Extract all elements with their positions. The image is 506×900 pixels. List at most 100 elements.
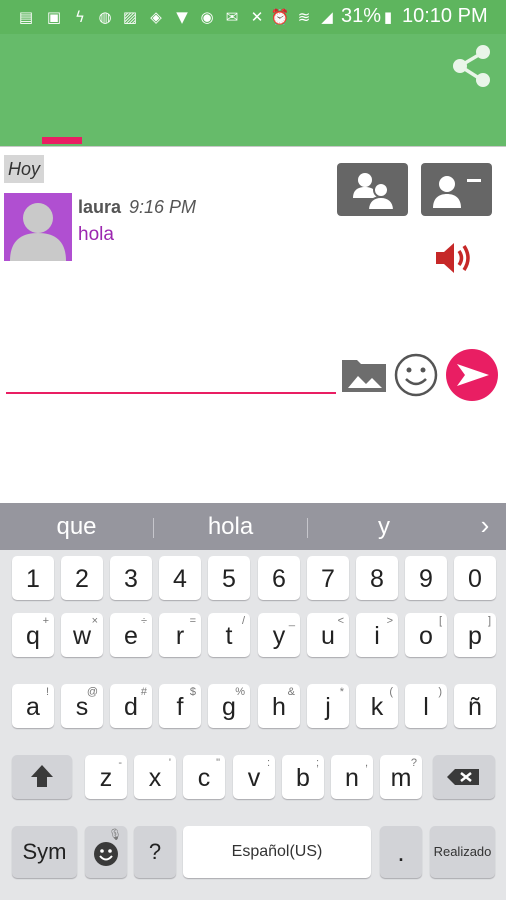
smiley-icon [394,353,438,397]
mail-icon: ✉ [225,8,239,26]
key-m[interactable]: m? [380,755,422,799]
key-z[interactable]: z- [85,755,127,799]
key-hint: ! [45,686,49,698]
group-button[interactable] [337,163,408,216]
message-icon: ▤ [18,8,34,26]
contact-button[interactable] [421,163,492,216]
shift-icon [31,765,53,787]
key-h[interactable]: h & [258,684,300,728]
key-hint: % [235,686,245,698]
key-g[interactable]: g% [208,684,250,728]
key-8[interactable]: 8 [356,556,398,600]
key-hint: , [364,757,368,769]
key-k[interactable]: k( [356,684,398,728]
person-icon [10,203,66,261]
key-hint: × [91,615,98,627]
folder-image-icon [342,360,386,392]
key-7[interactable]: 7 [307,556,349,600]
key-6[interactable]: 6 [258,556,300,600]
key-q[interactable]: q + [12,613,54,657]
battery-icon: ▮ [383,8,393,26]
backspace-key[interactable] [433,755,495,799]
send-icon [446,349,498,401]
key-label: ñ [468,693,482,721]
suggestion-1[interactable]: que [0,503,153,550]
speaker-button[interactable] [434,240,472,276]
key-j[interactable]: j * [307,684,349,728]
avatar[interactable] [4,193,72,261]
share-icon [453,45,490,87]
message-time: 9:16 PM [129,197,197,217]
battery-percent: 31% [341,5,382,27]
key-hint: > [386,615,393,627]
key-hint: < [337,615,344,627]
attach-image-button[interactable] [340,354,388,394]
mute-icon: ✕ [250,8,264,26]
key-hint: _ [288,615,295,627]
suggestion-3[interactable]: y [308,503,460,550]
key-hint: = [189,615,196,627]
date-label: Hoy [4,155,44,183]
key-2[interactable]: 2 [61,556,103,600]
key-4[interactable]: 4 [159,556,201,600]
key-hint: ) [438,686,442,698]
key-hint: @ [86,686,98,698]
key-e[interactable]: e ÷ [110,613,152,657]
contact-card-icon [432,175,481,208]
share-button[interactable] [446,40,498,92]
message-input[interactable] [6,354,340,392]
key-l[interactable]: l) [405,684,447,728]
gallery-icon: ◉ [200,8,214,26]
key-hint: : [266,757,270,769]
key-d[interactable]: d # [110,684,152,728]
suggestion-bar: que hola y › [0,503,506,550]
key-5[interactable]: 5 [208,556,250,600]
sim-icon: ▣ [46,8,62,26]
key-1[interactable]: 1 [12,556,54,600]
key-t[interactable]: t / [208,613,250,657]
key-label: 7 [321,565,335,593]
question-key[interactable]: ? [134,826,176,878]
key-hint: - [118,757,122,769]
emoji-key[interactable]: 🎙 [85,826,127,878]
key-x[interactable]: x ' [134,755,176,799]
key-r[interactable]: r = [159,613,201,657]
key-hint: ÷ [140,615,147,627]
key-hint: + [42,615,49,627]
key-ñ[interactable]: ñ [454,684,496,728]
key-hint: $ [189,686,196,698]
key-hint: ( [389,686,393,698]
emoji-button[interactable] [393,352,439,398]
send-button[interactable] [445,348,499,402]
key-c[interactable]: c " [183,755,225,799]
key-o[interactable]: o[ [405,613,447,657]
key-v[interactable]: v: [233,755,275,799]
key-u[interactable]: u < [307,613,349,657]
suggestion-2[interactable]: hola [154,503,307,550]
sym-key[interactable]: Sym [12,826,77,878]
divider [0,146,506,147]
key-f[interactable]: f $ [159,684,201,728]
key-3[interactable]: 3 [110,556,152,600]
key-p[interactable]: p] [454,613,496,657]
key-hint: [ [438,615,442,627]
key-i[interactable]: i > [356,613,398,657]
shift-key[interactable] [12,755,72,799]
keyboard: 1 2 3 4 5 6 7 8 9 0 q + w × e ÷ r = t / y _ u < i > o[p] a! s @ d # f $… [0,550,506,900]
key-b[interactable]: b; [282,755,324,799]
backspace-icon [447,769,479,785]
space-key[interactable]: Español(US) [183,826,371,878]
key-y[interactable]: y _ [258,613,300,657]
key-w[interactable]: w × [61,613,103,657]
key-a[interactable]: a! [12,684,54,728]
key-s[interactable]: s @ [61,684,103,728]
key-0[interactable]: 0 [454,556,496,600]
lock-icon: ▼ [176,8,188,26]
key-9[interactable]: 9 [405,556,447,600]
toolbar [0,34,506,146]
period-key[interactable]: . [380,826,422,878]
done-key[interactable]: Realizado [430,826,495,878]
signal-icon: ◢ [321,8,333,26]
key-n[interactable]: n, [331,755,373,799]
chevron-right-icon[interactable]: › [470,503,500,550]
